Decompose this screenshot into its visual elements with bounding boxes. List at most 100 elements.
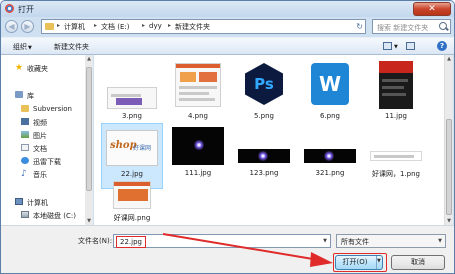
navigation-scrollbar[interactable]: ▲ ▼ bbox=[85, 55, 93, 225]
search-placeholder: 搜索 新建文件夹 bbox=[377, 24, 429, 32]
file-item[interactable]: 11.jpg bbox=[365, 55, 427, 121]
file-name: 好课网.png bbox=[113, 214, 151, 222]
organize-menu[interactable]: 组织▼ bbox=[13, 42, 32, 52]
file-thumbnail bbox=[370, 151, 422, 161]
file-thumbnail bbox=[304, 149, 356, 163]
file-name: 3.png bbox=[121, 112, 142, 120]
file-name: 111.jpg bbox=[184, 169, 212, 177]
sidebar-item-music[interactable]: 音乐 bbox=[33, 170, 47, 180]
file-item-selected[interactable]: shop 好课网 22.jpg bbox=[101, 123, 163, 189]
address-bar[interactable]: ▸ 计算机 ▸ 文档 (E:) ▸ dyy ▸ 新建文件夹 ↻ bbox=[41, 19, 366, 34]
navigation-pane: ★ 收藏夹 库 Subversion 视频 图片 文档 迅雷下载 ♪ 音乐 计算… bbox=[1, 55, 93, 225]
document-icon bbox=[21, 144, 29, 151]
toolbar: 组织▼ 新建文件夹 ▼ ? bbox=[1, 37, 454, 55]
file-item[interactable]: 好课网，1.png bbox=[365, 123, 427, 189]
breadcrumb-dyy[interactable]: dyy bbox=[149, 22, 162, 30]
video-icon bbox=[21, 118, 29, 125]
thumbnail-caption: 好课网 bbox=[133, 145, 152, 152]
computer-icon bbox=[15, 198, 23, 205]
forward-button[interactable]: ▶ bbox=[21, 20, 34, 33]
thumbnail-line bbox=[179, 92, 209, 95]
view-options-icon[interactable] bbox=[383, 42, 392, 50]
scroll-down-icon[interactable]: ▼ bbox=[445, 217, 453, 225]
file-item[interactable]: 111.jpg bbox=[167, 123, 229, 189]
sidebar-item-videos[interactable]: 视频 bbox=[33, 118, 47, 128]
scroll-down-icon[interactable]: ▼ bbox=[85, 217, 93, 225]
file-name: 5.png bbox=[253, 112, 274, 120]
file-name: 4.png bbox=[187, 112, 208, 120]
photoshop-icon: Ps bbox=[245, 63, 283, 105]
organize-label: 组织 bbox=[13, 43, 27, 51]
help-icon[interactable]: ? bbox=[437, 41, 447, 51]
sidebar-item-subversion[interactable]: Subversion bbox=[33, 105, 72, 113]
thumbnail-block bbox=[118, 189, 148, 201]
library-icon bbox=[15, 91, 23, 98]
scroll-thumb[interactable] bbox=[446, 119, 452, 215]
file-list-scrollbar[interactable]: ▲ ▼ bbox=[444, 55, 453, 225]
search-icon[interactable] bbox=[439, 22, 447, 30]
file-name: 6.png bbox=[319, 112, 340, 120]
thumbnail-block bbox=[116, 98, 142, 105]
cancel-button[interactable]: 取消 bbox=[391, 255, 445, 270]
sidebar-item-computer[interactable]: 计算机 bbox=[27, 198, 48, 208]
file-type-select[interactable]: 所有文件 ▼ bbox=[336, 234, 446, 248]
thumbnail-line bbox=[382, 79, 408, 82]
file-thumbnail bbox=[113, 181, 151, 209]
close-button[interactable]: ✕ bbox=[413, 2, 451, 16]
thumbnail-header bbox=[114, 182, 150, 186]
file-thumbnail bbox=[238, 149, 290, 163]
scroll-thumb[interactable] bbox=[86, 67, 92, 191]
sidebar-item-local-disk-c[interactable]: 本地磁盘 (C:) bbox=[33, 211, 76, 221]
app-icon bbox=[5, 4, 14, 13]
sidebar-item-pictures[interactable]: 图片 bbox=[33, 131, 47, 141]
thumbnail-line bbox=[179, 86, 217, 89]
scroll-up-icon[interactable]: ▲ bbox=[445, 55, 453, 63]
music-icon: ♪ bbox=[21, 169, 27, 179]
chevron-down-icon: ▼ bbox=[438, 238, 442, 244]
file-thumbnail bbox=[175, 63, 221, 107]
thumbnail-spark bbox=[194, 139, 204, 151]
back-button[interactable]: ◀ bbox=[5, 20, 18, 33]
preview-pane-icon[interactable] bbox=[406, 42, 415, 50]
thumbnail-spark bbox=[258, 150, 268, 162]
file-thumbnail: shop 好课网 bbox=[106, 130, 158, 166]
new-folder-button[interactable]: 新建文件夹 bbox=[54, 42, 89, 52]
thunder-download-icon bbox=[21, 157, 29, 164]
breadcrumb-separator: ▸ bbox=[168, 22, 172, 29]
open-button-highlight bbox=[333, 253, 387, 272]
thumbnail-line bbox=[382, 93, 406, 96]
file-list: 3.png 4.png Ps 5.png W 6.png 11.jpg shop… bbox=[94, 55, 444, 225]
thumbnail-block bbox=[180, 72, 196, 82]
file-item[interactable]: 123.png bbox=[233, 123, 295, 189]
folder-icon bbox=[21, 105, 29, 112]
folder-icon bbox=[45, 23, 54, 30]
file-item[interactable]: 3.png bbox=[101, 55, 163, 121]
sidebar-item-favorites[interactable]: 收藏夹 bbox=[27, 64, 48, 74]
open-file-dialog: 打开 ✕ ◀ ▶ ▸ 计算机 ▸ 文档 (E:) ▸ dyy ▸ 新建文件夹 ↻… bbox=[0, 0, 455, 274]
breadcrumb-drive-e[interactable]: 文档 (E:) bbox=[101, 22, 129, 32]
sidebar-item-documents[interactable]: 文档 bbox=[33, 144, 47, 154]
breadcrumb-new-folder[interactable]: 新建文件夹 bbox=[175, 22, 210, 32]
filename-label: 文件名(N): bbox=[78, 237, 113, 245]
file-item[interactable]: 321.png bbox=[299, 123, 361, 189]
thumbnail-line bbox=[111, 94, 141, 97]
sidebar-item-libraries[interactable]: 库 bbox=[27, 91, 34, 101]
filename-value: 22.jpg bbox=[116, 236, 146, 248]
file-thumbnail bbox=[172, 127, 224, 165]
sidebar-item-thunder-downloads[interactable]: 迅雷下载 bbox=[33, 157, 61, 167]
file-item[interactable]: 4.png bbox=[167, 55, 229, 121]
thumbnail-spark bbox=[324, 150, 334, 162]
file-item[interactable]: Ps 5.png bbox=[233, 55, 295, 121]
breadcrumb-separator: ▸ bbox=[94, 22, 98, 29]
search-input[interactable]: 搜索 新建文件夹 bbox=[372, 19, 451, 34]
refresh-icon[interactable]: ↻ bbox=[356, 22, 363, 31]
dialog-title: 打开 bbox=[18, 5, 34, 14]
file-item[interactable]: W 6.png bbox=[299, 55, 361, 121]
file-name: 好课网，1.png bbox=[371, 170, 420, 178]
disk-icon bbox=[21, 211, 29, 218]
scroll-up-icon[interactable]: ▲ bbox=[85, 55, 93, 63]
title-bar: 打开 ✕ bbox=[1, 1, 454, 17]
star-icon: ★ bbox=[15, 63, 24, 73]
chevron-down-icon[interactable]: ▼ bbox=[394, 44, 398, 50]
breadcrumb-computer[interactable]: 计算机 bbox=[64, 22, 85, 32]
